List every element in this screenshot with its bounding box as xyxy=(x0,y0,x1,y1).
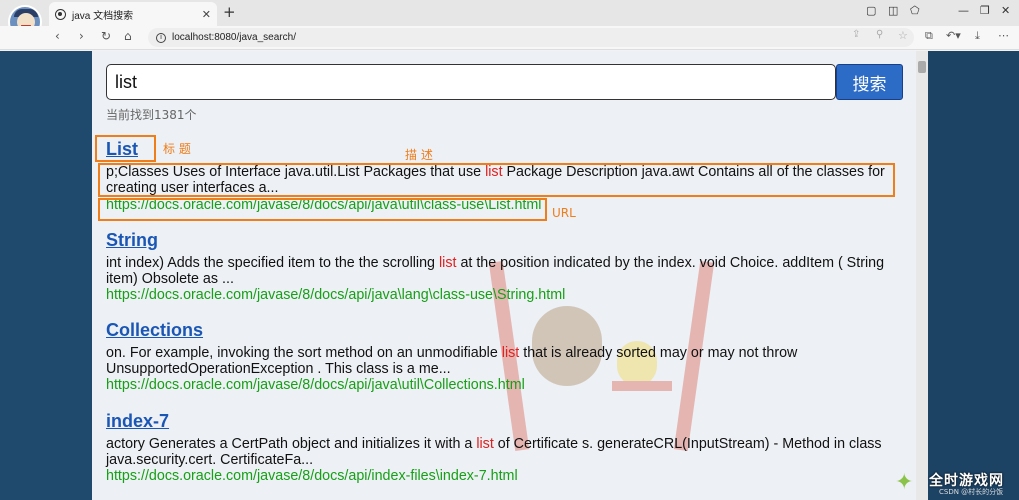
download-icon[interactable]: ⤓ xyxy=(975,29,980,43)
result-url[interactable]: https://docs.oracle.com/javase/8/docs/ap… xyxy=(106,377,525,393)
back-icon[interactable]: ‹ xyxy=(55,29,60,43)
browser-tab-active[interactable]: java 文档搜索 ✕ xyxy=(49,2,217,26)
browser-tab-strip: java 文档搜索 ✕ + ▢ ◫ ⬠ — ❐ ✕ xyxy=(0,0,1019,39)
annotation-desc-box xyxy=(98,163,895,197)
search-input[interactable]: list xyxy=(106,64,836,100)
window-close-icon[interactable]: ✕ xyxy=(1001,4,1010,17)
tab-favicon-icon xyxy=(55,8,66,20)
minimize-icon[interactable]: — xyxy=(958,4,969,17)
result-title[interactable]: index-7 xyxy=(106,411,169,432)
screenshot-icon[interactable]: ◫ xyxy=(888,4,898,17)
result-url[interactable]: https://docs.oracle.com/javase/8/docs/ap… xyxy=(106,287,565,303)
annotation-desc-label: 描 述 xyxy=(405,148,433,162)
page-scrollbar[interactable] xyxy=(916,51,928,500)
address-bar[interactable]: i localhost:8080/java_search/ xyxy=(148,28,914,47)
new-tab-button[interactable]: + xyxy=(223,3,236,21)
leaf-logo-icon: ✦ xyxy=(895,470,914,495)
address-text[interactable]: localhost:8080/java_search/ xyxy=(172,32,296,43)
share-icon[interactable]: ⇪ xyxy=(852,29,860,40)
result-description: on. For example, invoking the sort metho… xyxy=(106,345,906,377)
result-description: actory Generates a CertPath object and i… xyxy=(106,436,906,468)
annotation-title-label: 标 题 xyxy=(163,142,191,156)
watermark-sub-text: CSDN @村长的分饭 xyxy=(939,488,1004,496)
desc-text: on. For example, invoking the sort metho… xyxy=(106,345,502,361)
annotation-url-box xyxy=(98,198,547,221)
search-button[interactable]: 搜索 xyxy=(836,64,903,100)
favorite-star-icon[interactable]: ☆ xyxy=(898,29,908,42)
extensions-icon[interactable]: ⧉ xyxy=(925,29,933,43)
desc-highlight: list xyxy=(501,345,520,361)
annotation-title-box xyxy=(95,135,156,162)
navigation-bar: ‹ › ↻ ⌂ i localhost:8080/java_search/ ⇪ … xyxy=(0,26,1019,50)
tab-close-icon[interactable]: ✕ xyxy=(202,8,211,21)
pin-icon[interactable]: ⚲ xyxy=(876,29,883,40)
scrollbar-thumb[interactable] xyxy=(918,61,926,73)
result-title[interactable]: Collections xyxy=(106,320,203,341)
result-title[interactable]: String xyxy=(106,230,158,251)
extension-shield-icon[interactable]: ⬠ xyxy=(910,4,920,17)
result-url[interactable]: https://docs.oracle.com/javase/8/docs/ap… xyxy=(106,468,518,484)
forward-icon[interactable]: › xyxy=(79,29,84,43)
desc-highlight: list xyxy=(476,436,494,452)
history-undo-icon[interactable]: ↶▾ xyxy=(946,29,961,42)
tab-title: java 文档搜索 xyxy=(72,10,134,22)
more-menu-icon[interactable]: ⋯ xyxy=(998,29,1009,42)
desc-text: int index) Adds the specified item to th… xyxy=(106,255,439,271)
watermark-logo: ✦ 全时游戏网 CSDN @村长的分饭 xyxy=(895,470,1015,498)
page-right-margin xyxy=(928,51,1019,500)
swing-seat xyxy=(612,381,672,391)
reload-icon[interactable]: ↻ xyxy=(101,29,111,43)
annotation-url-label: URL xyxy=(552,206,576,220)
result-count: 当前找到1381个 xyxy=(106,108,197,122)
desc-text: actory Generates a CertPath object and i… xyxy=(106,436,477,452)
home-icon[interactable]: ⌂ xyxy=(124,29,132,43)
collections-icon[interactable]: ▢ xyxy=(866,4,876,17)
restore-icon[interactable]: ❐ xyxy=(980,4,990,17)
site-info-icon[interactable]: i xyxy=(156,32,166,43)
result-description: int index) Adds the specified item to th… xyxy=(106,255,906,287)
desc-highlight: list xyxy=(438,255,457,271)
